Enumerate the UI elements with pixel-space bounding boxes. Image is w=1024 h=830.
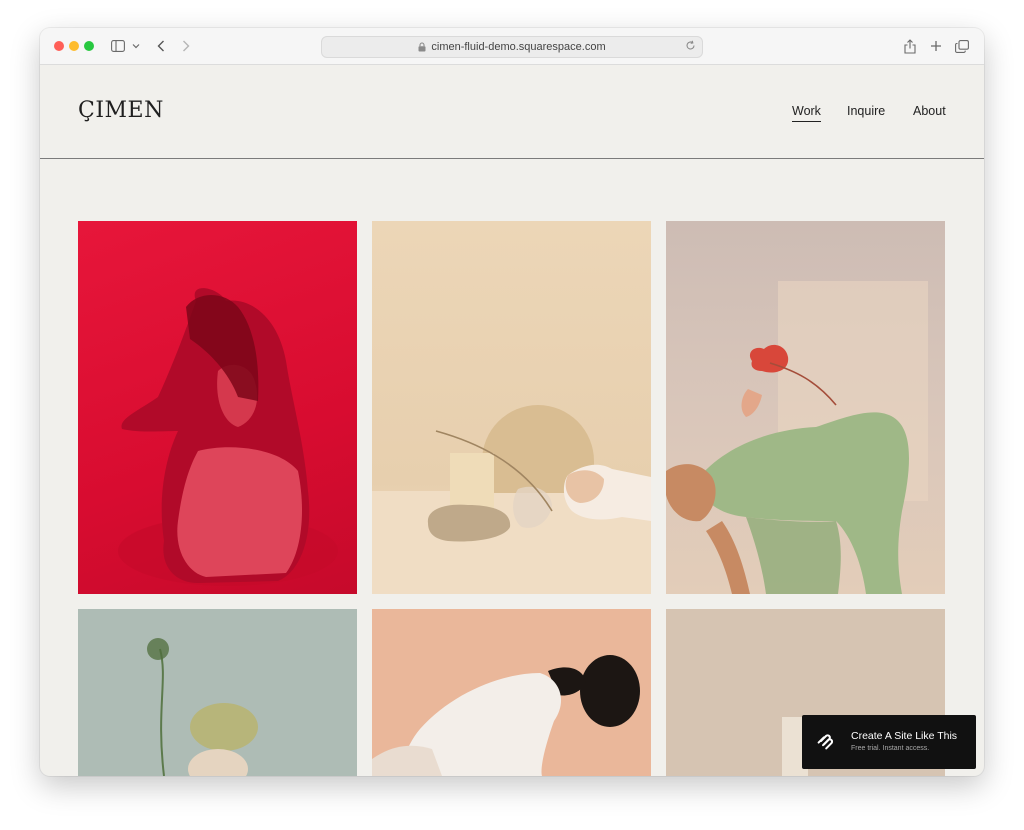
gallery-image-red-portrait[interactable] [78,221,357,594]
new-tab-icon[interactable] [928,36,944,56]
sidebar-toggle-icon[interactable] [110,36,126,56]
lock-icon [418,42,426,52]
address-bar[interactable]: cimen-fluid-demo.squarespace.com [321,36,703,58]
reload-icon[interactable] [685,40,696,51]
nav-work[interactable]: Work [792,104,821,122]
squarespace-logo-icon [816,731,836,756]
forward-icon[interactable] [179,36,193,56]
header-divider [40,158,984,159]
nav-about[interactable]: About [913,104,946,118]
close-window-button[interactable] [54,41,64,51]
url-text: cimen-fluid-demo.squarespace.com [431,41,606,53]
back-icon[interactable] [154,36,168,56]
gallery-image-green-figure[interactable] [666,221,945,594]
site-logo[interactable]: ÇIMEN [78,98,164,123]
browser-window: cimen-fluid-demo.squarespace.com ÇIMEN W… [40,28,984,776]
promo-subtitle: Free trial. Instant access. [851,745,930,752]
chevron-down-icon[interactable] [131,36,141,56]
zoom-window-button[interactable] [84,41,94,51]
gallery-image-cactus-fruit[interactable] [78,609,357,776]
gallery-image-still-life[interactable] [372,221,651,594]
tab-overview-icon[interactable] [954,36,970,56]
promo-title: Create A Site Like This [851,730,958,742]
create-site-promo[interactable]: Create A Site Like This Free trial. Inst… [802,715,976,769]
nav-inquire[interactable]: Inquire [847,104,885,118]
site-header: ÇIMEN Work Inquire About [40,64,984,158]
gallery-image-white-dress[interactable] [372,609,651,776]
minimize-window-button[interactable] [69,41,79,51]
browser-toolbar: cimen-fluid-demo.squarespace.com [40,28,984,65]
share-icon[interactable] [902,36,918,56]
